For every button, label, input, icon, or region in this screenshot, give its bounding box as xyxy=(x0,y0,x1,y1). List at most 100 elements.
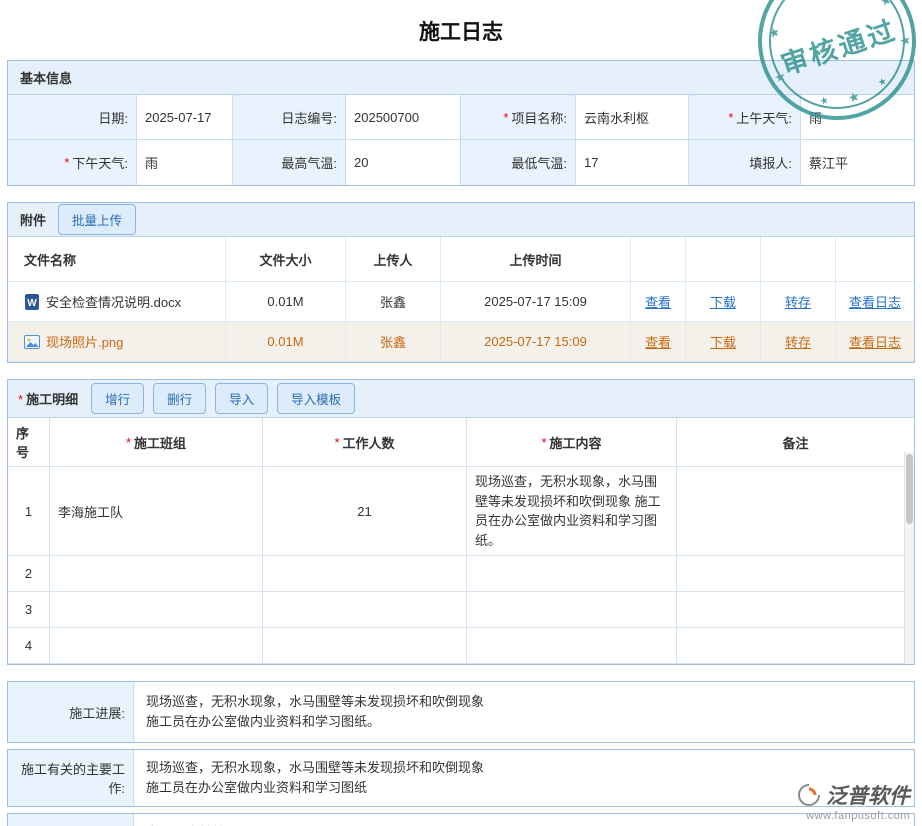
detail-row: 1 李海施工队 21 现场巡查，无积水现象，水马围壁等未发现损坏和吹倒现象 施工… xyxy=(8,467,914,556)
import-button[interactable]: 导入 xyxy=(215,383,268,414)
progress-value: 现场巡查，无积水现象，水马围壁等未发现损坏和吹倒现象 施工员在办公室做内业资料和… xyxy=(134,682,914,742)
required-marker: * xyxy=(18,392,23,407)
required-marker: * xyxy=(126,435,131,450)
word-file-icon: W xyxy=(24,294,40,310)
vendor-watermark: 泛普软件 www.fanpusoft.com xyxy=(797,780,910,822)
detail-row: 4 xyxy=(8,628,914,664)
progress-row: 施工进展: 现场巡查，无积水现象，水马围壁等未发现损坏和吹倒现象 施工员在办公室… xyxy=(7,681,915,743)
detail-table: 序号 *施工班组 *工作人数 *施工内容 备注 1 李海施工队 21 现场巡查，… xyxy=(8,418,914,664)
row-count: 21 xyxy=(263,467,467,556)
vendor-brand: 泛普软件 xyxy=(826,780,910,810)
row-team: 李海施工队 xyxy=(50,467,263,556)
field-value-project-name: 云南水利枢 xyxy=(576,95,689,140)
file-name: 安全检查情况说明.docx xyxy=(46,292,181,311)
row-team xyxy=(50,592,263,628)
field-value-reporter: 蔡江平 xyxy=(801,140,914,185)
file-uploader: 张鑫 xyxy=(346,282,441,322)
field-value-max-temp: 20 xyxy=(346,140,461,185)
row-content xyxy=(467,556,677,592)
row-content xyxy=(467,628,677,664)
row-no: 4 xyxy=(8,628,50,664)
image-file-icon xyxy=(24,334,40,350)
field-value-morning-weather: 雨 xyxy=(801,95,914,140)
field-value-afternoon-weather: 雨 xyxy=(137,140,233,185)
col-team: *施工班组 xyxy=(50,418,263,467)
attachment-row-selected: 现场照片.png 0.01M 张鑫 2025-07-17 15:09 查看 下载… xyxy=(8,322,914,362)
row-content xyxy=(467,592,677,628)
row-remark xyxy=(677,467,914,556)
field-label-reporter: 填报人: xyxy=(689,140,801,185)
row-team xyxy=(50,556,263,592)
detail-title: *施工明细 xyxy=(18,389,78,408)
view-link[interactable]: 查看 xyxy=(645,332,671,351)
delete-row-button[interactable]: 删行 xyxy=(153,383,206,414)
file-upload-time: 2025-07-17 15:09 xyxy=(441,322,631,362)
file-name-cell: 现场照片.png xyxy=(8,322,226,362)
col-file-name: 文件名称 xyxy=(8,237,226,282)
attachments-header: 附件 批量上传 xyxy=(8,203,914,237)
vendor-url: www.fanpusoft.com xyxy=(797,810,910,822)
transfer-link[interactable]: 转存 xyxy=(785,332,811,351)
file-name-cell: W 安全检查情况说明.docx xyxy=(8,282,226,322)
row-count xyxy=(263,628,467,664)
attachment-row: W 安全检查情况说明.docx 0.01M 张鑫 2025-07-17 15:0… xyxy=(8,282,914,322)
col-action-1 xyxy=(631,237,686,282)
row-remark xyxy=(677,556,914,592)
col-worker-count: *工作人数 xyxy=(263,418,467,467)
col-action-4 xyxy=(836,237,914,282)
transfer-link[interactable]: 转存 xyxy=(785,292,811,311)
row-no: 2 xyxy=(8,556,50,592)
fanpu-logo-icon xyxy=(797,783,821,807)
progress-label: 施工进展: xyxy=(8,682,134,742)
page-title: 施工日志 xyxy=(0,0,922,60)
view-log-link[interactable]: 查看日志 xyxy=(849,292,901,311)
detail-row: 3 xyxy=(8,592,914,628)
file-size: 0.01M xyxy=(226,282,346,322)
other-info-row: 其他有关情况: 学习19大精神。 xyxy=(7,813,915,826)
other-info-label: 其他有关情况: xyxy=(8,814,134,826)
attachments-section: 附件 批量上传 文件名称 文件大小 上传人 上传时间 W 安全检查情况说明.do… xyxy=(7,202,915,363)
col-uploader: 上传人 xyxy=(346,237,441,282)
table-scrollbar[interactable] xyxy=(904,452,914,664)
construction-detail-section: *施工明细 增行 删行 导入 导入模板 序号 *施工班组 *工作人数 *施工内容… xyxy=(7,379,915,665)
col-serial-no: 序号 xyxy=(8,418,50,467)
file-name: 现场照片.png xyxy=(46,332,123,351)
detail-table-header: 序号 *施工班组 *工作人数 *施工内容 备注 xyxy=(8,418,914,467)
detail-toolbar: *施工明细 增行 删行 导入 导入模板 xyxy=(8,380,914,418)
field-label-project-name: *项目名称: xyxy=(461,95,576,140)
row-remark xyxy=(677,592,914,628)
view-log-link[interactable]: 查看日志 xyxy=(849,332,901,351)
field-label-date: 日期: xyxy=(8,95,137,140)
field-label-log-number: 日志编号: xyxy=(233,95,346,140)
row-no: 3 xyxy=(8,592,50,628)
download-link[interactable]: 下载 xyxy=(710,332,736,351)
row-content: 现场巡查，无积水现象，水马围壁等未发现损坏和吹倒现象 施工员在办公室做内业资料和… xyxy=(467,467,677,556)
col-file-size: 文件大小 xyxy=(226,237,346,282)
batch-upload-button[interactable]: 批量上传 xyxy=(58,204,136,235)
required-marker: * xyxy=(728,110,733,125)
svg-text:W: W xyxy=(27,298,37,309)
basic-info-header: 基本信息 xyxy=(8,61,914,95)
row-count xyxy=(263,556,467,592)
row-team xyxy=(50,628,263,664)
field-label-min-temp: 最低气温: xyxy=(461,140,576,185)
download-link[interactable]: 下载 xyxy=(710,292,736,311)
import-template-button[interactable]: 导入模板 xyxy=(277,383,355,414)
field-value-log-number: 202500700 xyxy=(346,95,461,140)
field-value-date: 2025-07-17 xyxy=(137,95,233,140)
detail-row: 2 xyxy=(8,556,914,592)
attachments-title: 附件 xyxy=(20,210,46,229)
col-remark: 备注 xyxy=(677,418,914,467)
file-size: 0.01M xyxy=(226,322,346,362)
col-upload-time: 上传时间 xyxy=(441,237,631,282)
row-remark xyxy=(677,628,914,664)
basic-info-section: 基本信息 日期: 2025-07-17 日志编号: 202500700 *项目名… xyxy=(7,60,915,186)
file-uploader: 张鑫 xyxy=(346,322,441,362)
attachments-table-header: 文件名称 文件大小 上传人 上传时间 xyxy=(8,237,914,282)
main-work-label: 施工有关的主要工作: xyxy=(8,750,134,806)
basic-info-table: 日期: 2025-07-17 日志编号: 202500700 *项目名称: 云南… xyxy=(8,95,914,185)
add-row-button[interactable]: 增行 xyxy=(91,383,144,414)
scrollbar-thumb[interactable] xyxy=(906,454,913,524)
field-label-morning-weather: *上午天气: xyxy=(689,95,801,140)
view-link[interactable]: 查看 xyxy=(645,292,671,311)
